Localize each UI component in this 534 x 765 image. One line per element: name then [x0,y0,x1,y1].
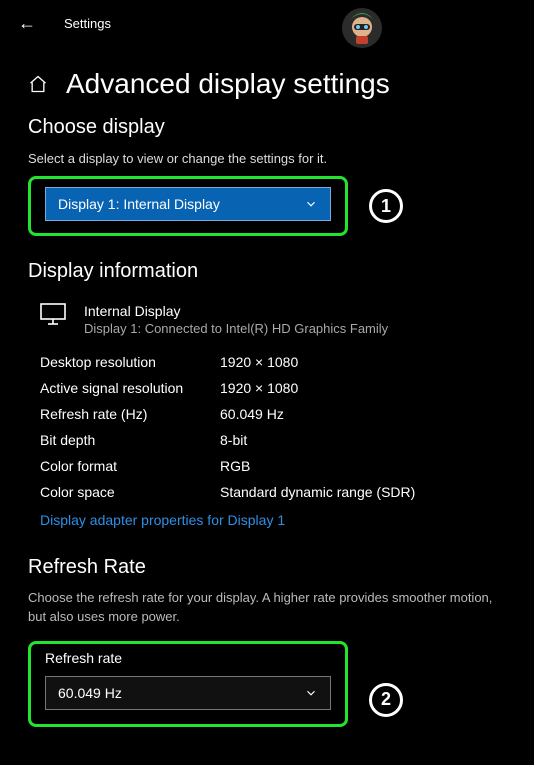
step-badge-1: 1 [369,189,403,223]
display-selector-dropdown[interactable]: Display 1: Internal Display [45,187,331,221]
chevron-down-icon [304,686,318,700]
page-title: Advanced display settings [66,68,390,100]
desktop-resolution-value: 1920 × 1080 [220,354,506,370]
refresh-rate-label: Refresh rate [45,650,331,666]
chevron-down-icon [304,197,318,211]
choose-display-heading: Choose display [28,116,506,139]
display-selector-value: Display 1: Internal Display [58,196,220,212]
display-adapter-properties-link[interactable]: Display adapter properties for Display 1 [28,512,285,528]
refresh-rate-dropdown[interactable]: 60.049 Hz [45,676,331,710]
watermark-avatar [340,6,384,50]
choose-display-desc: Select a display to view or change the s… [28,151,506,166]
highlight-step-1: Display 1: Internal Display 1 [28,176,348,236]
monitor-icon [40,303,66,325]
desktop-resolution-label: Desktop resolution [40,354,220,370]
highlight-step-2: Refresh rate 60.049 Hz 2 [28,641,348,727]
color-space-value: Standard dynamic range (SDR) [220,484,506,500]
active-signal-resolution-value: 1920 × 1080 [220,380,506,396]
display-info-heading: Display information [28,260,506,283]
refresh-rate-heading: Refresh Rate [28,556,506,579]
bit-depth-label: Bit depth [40,432,220,448]
display-info-table: Desktop resolution 1920 × 1080 Active si… [28,354,506,500]
color-format-value: RGB [220,458,506,474]
monitor-name: Internal Display [84,303,388,319]
bit-depth-value: 8-bit [220,432,506,448]
monitor-connection: Display 1: Connected to Intel(R) HD Grap… [84,321,388,336]
active-signal-resolution-label: Active signal resolution [40,380,220,396]
topbar: ← Settings [0,0,534,46]
step-badge-2: 2 [369,683,403,717]
refresh-rate-hz-value: 60.049 Hz [220,406,506,422]
refresh-rate-hz-label: Refresh rate (Hz) [40,406,220,422]
color-space-label: Color space [40,484,220,500]
refresh-rate-desc: Choose the refresh rate for your display… [28,589,506,627]
color-format-label: Color format [40,458,220,474]
home-icon[interactable] [28,74,48,94]
refresh-rate-dropdown-value: 60.049 Hz [58,685,122,701]
back-arrow-icon[interactable]: ← [18,14,36,32]
topbar-title: Settings [64,16,111,31]
